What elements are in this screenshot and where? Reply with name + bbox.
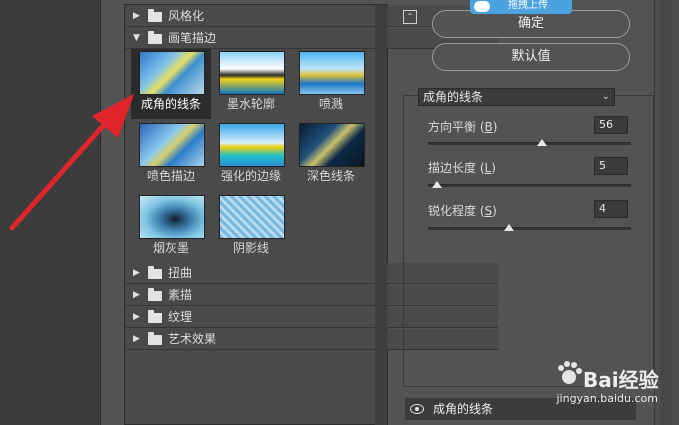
filter-select-value: 成角的线条 [423, 90, 484, 104]
collapse-up-icon[interactable]: ⌃ [403, 10, 417, 24]
param-label-sharpness: 锐化程度 (S) [428, 204, 497, 218]
ok-button[interactable]: 确定 [432, 10, 630, 38]
effect-layer-label: 成角的线条 [433, 402, 494, 416]
param-label-stroke-length: 描边长度 (L) [428, 161, 496, 175]
stroke-length-slider-knob[interactable] [431, 181, 442, 188]
filter-select[interactable]: 成角的线条 ⌄ [418, 88, 615, 106]
baidu-watermark: Bai经验 jingyan.baidu.com [518, 352, 668, 412]
direction-balance-slider-track[interactable] [428, 142, 631, 145]
sharpness-slider-knob[interactable] [504, 224, 515, 231]
stroke-length-input[interactable]: 5 [594, 157, 628, 175]
upload-badge[interactable]: 拖拽上传 [470, 0, 572, 14]
upload-badge-label: 拖拽上传 [508, 0, 548, 11]
watermark-brand: Bai经验 [583, 368, 659, 392]
filter-settings-panel [403, 95, 654, 387]
stroke-length-slider-track[interactable] [428, 184, 631, 187]
direction-balance-slider-knob[interactable] [536, 139, 547, 146]
watermark-url: jingyan.baidu.com [556, 392, 658, 405]
sharpness-input[interactable]: 4 [594, 200, 628, 218]
direction-balance-input[interactable]: 56 [594, 116, 628, 134]
param-label-direction-balance: 方向平衡 (B) [428, 120, 498, 134]
paw-logo-icon [558, 361, 582, 384]
sharpness-slider-track[interactable] [428, 227, 631, 230]
eye-icon[interactable] [410, 404, 424, 414]
link-icon [474, 1, 490, 12]
chevron-down-icon: ⌄ [601, 91, 610, 102]
default-button[interactable]: 默认值 [432, 43, 630, 71]
